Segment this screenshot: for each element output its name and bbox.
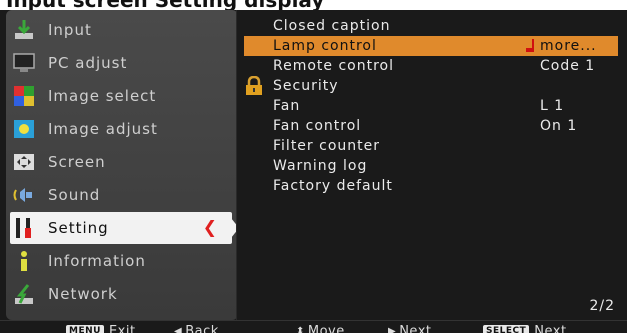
submenu-item-label: Warning log [273,158,368,174]
selected-chevron-icon: ❮ [202,218,218,238]
menu-item-setting[interactable]: Setting ❮ [10,212,239,244]
guide-bar: MENU Exit ◀ Back ⬍ Move ▶ Next SELECT Ne… [0,320,627,333]
guide-move: ⬍ Move [296,324,345,333]
guide-back: ◀ Back [174,324,219,333]
submenu-item-label: Closed caption [273,18,391,34]
menu-item-label: Network [48,285,118,303]
submenu-item-label: Filter counter [273,138,380,154]
submenu-item-value: On 1 [540,118,578,134]
submenu-item-value: Code 1 [540,58,596,74]
submenu-item-security[interactable]: Security [244,75,618,96]
submenu-item-value: L 1 [540,98,565,114]
submenu-item-fan-control[interactable]: Fan control On 1 [244,116,618,136]
up-down-arrow-icon: ⬍ [296,326,305,333]
setting-submenu: Closed caption Lamp control more... Remo… [236,10,621,320]
submenu-item-warning-log[interactable]: Warning log [244,156,618,176]
menu-item-label: Setting [48,219,109,237]
guide-move-label: Move [307,324,345,333]
submenu-item-label: Security [273,78,339,94]
menu-item-screen[interactable]: Screen [10,146,234,178]
menu-item-label: Information [48,252,146,270]
submenu-item-label: Fan [273,98,301,114]
guide-select-next: SELECT Next [483,324,567,333]
submenu-item-label: Fan control [273,118,362,134]
image-adjust-icon [12,117,36,141]
menu-item-sound[interactable]: Sound [10,179,234,211]
guide-next: ▶ Next [388,324,432,333]
setting-icon [12,216,36,240]
input-icon [12,18,36,42]
submenu-item-filter-counter[interactable]: Filter counter [244,136,618,156]
submenu-item-lamp-control[interactable]: Lamp control more... [244,36,618,56]
speaker-icon [12,183,36,207]
guide-back-label: Back [185,324,219,333]
menu-item-pc-adjust[interactable]: PC adjust [10,47,234,79]
menu-item-label: Input [48,21,92,39]
information-icon [12,249,36,273]
menu-item-label: Sound [48,186,101,204]
submenu-item-value: more... [540,38,597,54]
network-icon [12,282,36,306]
page-indicator: 2/2 [589,298,615,314]
guide-select-next-label: Next [534,324,567,333]
monitor-icon [12,51,36,75]
menu-item-label: Screen [48,153,106,171]
menu-key-icon: MENU [66,325,104,333]
submenu-item-label: Remote control [273,58,394,74]
guide-exit: MENU Exit [66,324,136,333]
main-menu: Input PC adjust Image select Image adjus… [6,10,239,320]
submenu-item-label: Factory default [273,178,393,194]
menu-item-information[interactable]: Information [10,245,234,277]
submenu-item-label: Lamp control [273,38,377,54]
right-arrow-icon: ▶ [388,326,397,333]
lamp-icon [524,38,536,54]
select-key-icon: SELECT [483,325,530,333]
menu-item-image-adjust[interactable]: Image adjust [10,113,234,145]
screen-icon [12,150,36,174]
submenu-item-fan[interactable]: Fan L 1 [244,96,618,116]
guide-exit-label: Exit [108,324,136,333]
menu-item-input[interactable]: Input [10,14,234,46]
submenu-item-remote-control[interactable]: Remote control Code 1 [244,56,618,76]
menu-item-label: Image select [48,87,157,105]
submenu-item-closed-caption[interactable]: Closed caption [244,16,618,36]
cropped-heading-text: Input screen Setting display [6,0,324,10]
menu-item-network[interactable]: Network [10,278,234,310]
left-arrow-icon: ◀ [174,326,183,333]
projector-osd: Input PC adjust Image select Image adjus… [0,10,627,333]
image-select-icon [12,84,36,108]
lock-icon [245,75,263,96]
guide-next-label: Next [399,324,432,333]
menu-item-label: Image adjust [48,120,158,138]
top-cropped-heading: Input screen Setting display [0,0,627,10]
menu-item-image-select[interactable]: Image select [10,80,234,112]
menu-item-label: PC adjust [48,54,128,72]
submenu-item-factory-default[interactable]: Factory default [244,176,618,196]
